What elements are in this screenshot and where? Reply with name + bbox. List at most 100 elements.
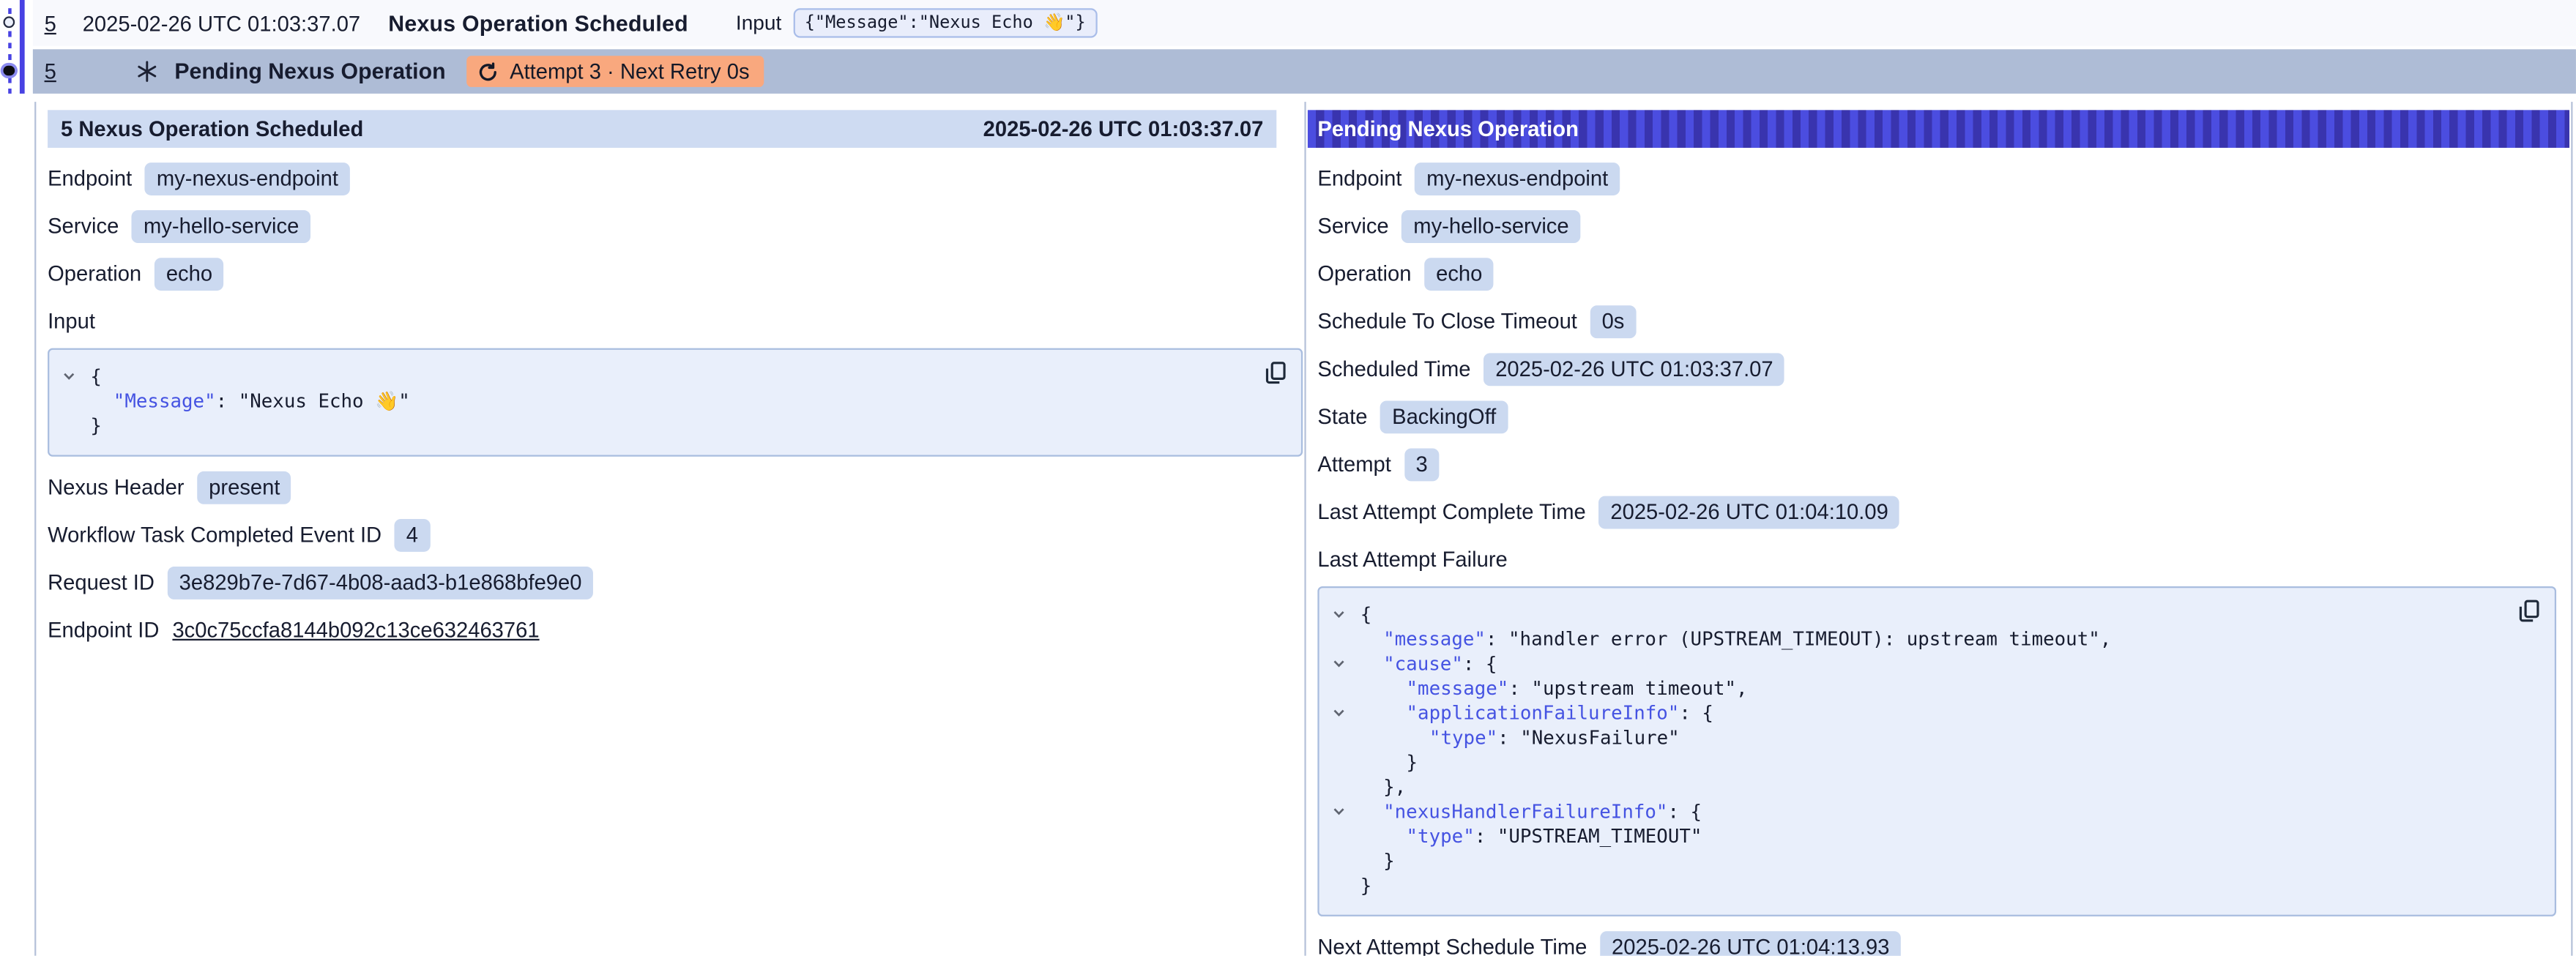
event-timestamp: 2025-02-26 UTC 01:03:37.07 bbox=[83, 11, 360, 36]
field-value-badge: echo bbox=[155, 258, 224, 291]
json-punctuation: }, bbox=[1383, 775, 1406, 800]
json-key: "cause" bbox=[1383, 652, 1463, 677]
field-attempt: Attempt 3 bbox=[1317, 449, 2571, 482]
collapse-toggle[interactable] bbox=[58, 365, 91, 389]
field-value-badge: my-nexus-endpoint bbox=[1415, 163, 1619, 195]
code-line: "cause": { bbox=[1328, 652, 2539, 677]
field-label: Last Attempt Complete Time bbox=[1317, 496, 1585, 529]
code-line: { bbox=[58, 365, 1285, 389]
code-indent bbox=[90, 389, 113, 414]
collapse-toggle[interactable] bbox=[1328, 800, 1360, 825]
input-label: Input bbox=[736, 12, 781, 34]
event-history-view: 5 2025-02-26 UTC 01:03:37.07 Nexus Opera… bbox=[0, 0, 2576, 956]
field-input: Input{"Message": "Nexus Echo 👋"} bbox=[48, 305, 1304, 456]
json-punctuation: } bbox=[1383, 849, 1395, 874]
code-line: "applicationFailureInfo": { bbox=[1328, 701, 2539, 726]
json-punctuation: : bbox=[1475, 824, 1497, 849]
retry-icon bbox=[478, 61, 498, 81]
event-row-pending[interactable]: 5 Pending Nexus Operation Attempt 3 · Ne… bbox=[33, 49, 2576, 94]
field-schedule-to-close-timeout: Schedule To Close Timeout0s bbox=[1317, 305, 2571, 338]
right-panel-header: Pending Nexus Operation bbox=[1308, 110, 2569, 148]
chevron-down-icon bbox=[1333, 608, 1346, 621]
field-label: Operation bbox=[48, 258, 141, 291]
collapse-toggle[interactable] bbox=[1328, 652, 1360, 677]
field-endpoint: Endpointmy-nexus-endpoint bbox=[48, 163, 1304, 195]
copy-button[interactable] bbox=[1265, 362, 1287, 384]
code-indent bbox=[1360, 701, 1407, 726]
code-line: "nexusHandlerFailureInfo": { bbox=[1328, 800, 2539, 825]
json-key: "Message" bbox=[113, 389, 216, 414]
json-punctuation: : bbox=[1508, 676, 1531, 701]
json-string: "upstream timeout" bbox=[1531, 676, 1736, 701]
code-line: } bbox=[1328, 849, 2539, 874]
code-indent bbox=[1360, 800, 1383, 825]
json-key: "type" bbox=[1429, 726, 1497, 751]
field-label: Attempt bbox=[1317, 449, 1391, 482]
code-line: "type": "UPSTREAM_TIMEOUT" bbox=[1328, 824, 2539, 849]
field-label: Service bbox=[48, 210, 119, 243]
field-nexus-header: Nexus Headerpresent bbox=[48, 471, 1304, 504]
code-line: "message": "handler error (UPSTREAM_TIME… bbox=[1328, 627, 2539, 652]
attempt-retry-text: Attempt 3 · Next Retry 0s bbox=[510, 59, 749, 84]
json-key: "message" bbox=[1383, 627, 1486, 652]
event-id-link[interactable]: 5 bbox=[45, 59, 56, 84]
field-last-attempt-complete-time: Last Attempt Complete Time 2025-02-26 UTC… bbox=[1317, 496, 2571, 529]
field-service: Servicemy-hello-service bbox=[1317, 210, 2571, 243]
code-gutter bbox=[1328, 726, 1360, 751]
right-panel-title: Pending Nexus Operation bbox=[1317, 116, 1579, 141]
copy-button[interactable] bbox=[2518, 600, 2539, 622]
field-value-link[interactable]: 3c0c75ccfa8144b092c13ce632463761 bbox=[172, 614, 539, 647]
field-label: Request ID bbox=[48, 567, 155, 600]
field-service: Servicemy-hello-service bbox=[48, 210, 1304, 243]
collapse-toggle[interactable] bbox=[1328, 701, 1360, 726]
code-gutter bbox=[58, 389, 91, 414]
chevron-down-icon bbox=[1333, 657, 1346, 670]
code-indent bbox=[1360, 676, 1407, 701]
timeline-node-circle-icon bbox=[3, 17, 15, 29]
field-value-badge: 0s bbox=[1590, 305, 1636, 338]
json-punctuation: : bbox=[1486, 627, 1508, 652]
field-operation: Operationecho bbox=[1317, 258, 2571, 291]
code-line: } bbox=[1328, 750, 2539, 775]
field-value-badge: 2025-02-26 UTC 01:04:13.93 bbox=[1600, 931, 1901, 956]
json-string: "UPSTREAM_TIMEOUT" bbox=[1497, 824, 1702, 849]
chevron-down-icon bbox=[1333, 706, 1346, 720]
field-value-badge: present bbox=[197, 471, 291, 504]
event-title: Nexus Operation Scheduled bbox=[388, 11, 688, 36]
code-gutter bbox=[58, 414, 91, 438]
pending-operation-right-panel: Pending Nexus Operation Endpointmy-nexus… bbox=[1304, 102, 2571, 956]
json-punctuation: { bbox=[1360, 602, 1372, 627]
collapse-toggle[interactable] bbox=[1328, 602, 1360, 627]
code-line: "type": "NexusFailure" bbox=[1328, 726, 2539, 751]
json-punctuation: , bbox=[2100, 627, 2112, 652]
code-indent bbox=[1360, 824, 1407, 849]
field-value-badge: 4 bbox=[395, 519, 430, 552]
json-punctuation: { bbox=[90, 365, 102, 389]
pending-asterisk-icon bbox=[137, 61, 158, 82]
field-label: Next Attempt Schedule Time bbox=[1317, 931, 1587, 956]
json-punctuation: : bbox=[1497, 726, 1520, 751]
field-value-badge: 2025-02-26 UTC 01:03:37.07 bbox=[1484, 353, 1784, 386]
field-value-badge: BackingOff bbox=[1380, 400, 1508, 433]
field-next-attempt-schedule-time: Next Attempt Schedule Time 2025-02-26 UTC… bbox=[1317, 931, 2571, 956]
field-endpoint: Endpointmy-nexus-endpoint bbox=[1317, 163, 2571, 195]
field-value-badge: 3 bbox=[1404, 449, 1440, 482]
field-value-badge: 3e829b7e-7d67-4b08-aad3-b1e868bfe9e0 bbox=[168, 567, 593, 600]
timeline-node-dot-icon bbox=[4, 65, 15, 76]
json-punctuation: : { bbox=[1667, 800, 1702, 825]
field-value-badge: 2025-02-26 UTC 01:04:10.09 bbox=[1599, 496, 1900, 529]
code-line: "Message": "Nexus Echo 👋" bbox=[58, 389, 1285, 414]
json-key: "nexusHandlerFailureInfo" bbox=[1383, 800, 1667, 825]
field-label: Last Attempt Failure bbox=[1317, 547, 1507, 572]
event-row-scheduled[interactable]: 5 2025-02-26 UTC 01:03:37.07 Nexus Opera… bbox=[33, 0, 2576, 46]
left-panel-timestamp: 2025-02-26 UTC 01:03:37.07 bbox=[983, 116, 1264, 141]
code-line: } bbox=[58, 414, 1285, 438]
copy-icon bbox=[2518, 600, 2539, 622]
code-gutter bbox=[1328, 874, 1360, 899]
code-indent bbox=[1360, 775, 1383, 800]
event-id-link[interactable]: 5 bbox=[45, 11, 56, 36]
json-code-block: {"Message": "Nexus Echo 👋"} bbox=[48, 348, 1303, 457]
field-value-badge: my-nexus-endpoint bbox=[145, 163, 349, 195]
field-label: State bbox=[1317, 400, 1367, 433]
code-line: { bbox=[1328, 602, 2539, 627]
